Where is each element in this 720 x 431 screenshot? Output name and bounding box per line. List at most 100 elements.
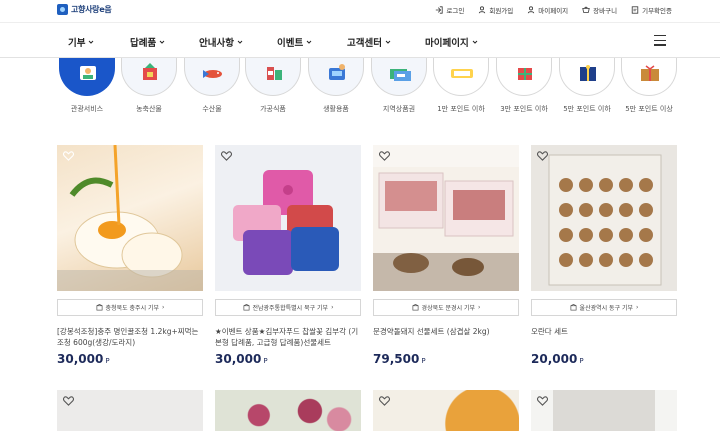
- nav-mypage[interactable]: 마이페이지: [425, 35, 478, 49]
- site-logo[interactable]: 고향사랑e음: [57, 4, 112, 15]
- product-price: 30,000 P: [57, 352, 203, 366]
- region-donate-button[interactable]: 충청북도 충주시 기부 ›: [57, 299, 203, 316]
- product-image[interactable]: [57, 390, 203, 431]
- chevron-right-icon: ›: [331, 304, 334, 311]
- nav-gifts[interactable]: 답례품: [130, 35, 165, 49]
- category-label: 5만 포인트 이상: [625, 105, 673, 113]
- product-image[interactable]: [373, 145, 519, 291]
- region-label: 경상북도 문경시 기부: [421, 305, 476, 312]
- product-card[interactable]: [531, 390, 677, 431]
- heart-icon[interactable]: [379, 151, 390, 161]
- login-icon: [436, 6, 443, 14]
- region-donate-button[interactable]: 경상북도 문경시 기부 ›: [373, 299, 519, 316]
- category-under-50k-icon: [559, 58, 615, 96]
- chevron-down-icon: [89, 40, 94, 44]
- category-row: 관광서비스 농축산물 수산물 가공식품 생활용품 지역상품권 1만 포인트 이하…: [0, 58, 720, 120]
- region-donate-button[interactable]: 울산광역시 동구 기부 ›: [531, 299, 677, 316]
- price-unit: P: [263, 357, 268, 365]
- category-label: 3만 포인트 이하: [500, 105, 548, 113]
- category-label: 농축산물: [136, 105, 162, 113]
- product-card[interactable]: 울산광역시 동구 기부 › 오란다 세트 20,000 P: [531, 145, 677, 366]
- category-under-30k[interactable]: 3만 포인트 이하: [494, 58, 554, 114]
- top-utility-bar: 고향사랑e음 로그인 회원가입 마이페이지 장바구니 기부확인증: [0, 0, 720, 22]
- product-card[interactable]: 전남광주통합특별시 북구 기부 › ★이벤트 상품★김부자푸드 찹쌀꽃 김부각 …: [215, 145, 361, 366]
- category-over-50k[interactable]: 5만 포인트 이상: [619, 58, 679, 114]
- product-card[interactable]: 경상북도 문경시 기부 › 문경약돌돼지 선물세트 (삼겹살 2kg) 79,5…: [373, 145, 519, 366]
- category-living[interactable]: 생활용품: [306, 58, 366, 114]
- signup-label: 회원가입: [489, 7, 514, 15]
- product-card[interactable]: [215, 390, 361, 431]
- category-tourism[interactable]: 관광서비스: [57, 58, 117, 114]
- product-card[interactable]: [373, 390, 519, 431]
- product-name[interactable]: ★이벤트 상품★김부자푸드 찹쌀꽃 김부각 (기본형 답례품, 고급형 답례품)…: [215, 326, 361, 348]
- heart-icon[interactable]: [379, 396, 390, 406]
- product-image[interactable]: [373, 390, 519, 431]
- region-label: 충청북도 충주시 기부: [105, 305, 160, 312]
- heart-icon[interactable]: [537, 396, 548, 406]
- nav-donate[interactable]: 기부: [68, 35, 94, 49]
- cart-label: 장바구니: [593, 7, 618, 15]
- cart-link[interactable]: 장바구니: [582, 5, 617, 15]
- category-processed[interactable]: 가공식품: [243, 58, 303, 114]
- product-image[interactable]: [57, 145, 203, 291]
- product-price: 30,000 P: [215, 352, 361, 366]
- nav-label: 기부: [68, 38, 86, 49]
- chevron-down-icon: [385, 40, 391, 44]
- category-under-30k-icon: [496, 58, 552, 96]
- chevron-down-icon: [159, 40, 165, 44]
- price-unit: P: [421, 357, 426, 365]
- box-icon: [412, 304, 419, 311]
- heart-icon[interactable]: [537, 151, 548, 161]
- nav-info[interactable]: 안내사항: [199, 35, 243, 49]
- nav-event[interactable]: 이벤트: [277, 35, 312, 49]
- nav-label: 안내사항: [199, 38, 234, 49]
- signup-link[interactable]: 회원가입: [478, 5, 513, 15]
- chevron-right-icon: ›: [478, 304, 481, 311]
- certificate-label: 기부확인증: [642, 7, 672, 15]
- logo-mark-icon: [57, 4, 68, 15]
- product-name[interactable]: 오란다 세트: [531, 326, 677, 348]
- price-unit: P: [105, 357, 110, 365]
- certificate-link[interactable]: 기부확인증: [631, 5, 672, 15]
- main-nav: 기부 답례품 안내사항 이벤트 고객센터 마이페이지: [0, 22, 720, 58]
- product-card[interactable]: [57, 390, 203, 431]
- price-value: 20,000: [531, 352, 578, 366]
- product-image[interactable]: [215, 145, 361, 291]
- region-donate-button[interactable]: 전남광주통합특별시 북구 기부 ›: [215, 299, 361, 316]
- category-label: 지역상품권: [382, 105, 416, 113]
- login-link[interactable]: 로그인: [435, 5, 464, 15]
- product-card[interactable]: 충청북도 충주시 기부 › [강봉석조청]충주 명인꿀조청 1.2kg+찌먹는 …: [57, 145, 203, 366]
- category-under-10k[interactable]: 1만 포인트 이하: [431, 58, 491, 114]
- menu-hamburger-icon[interactable]: [654, 35, 666, 47]
- price-value: 30,000: [57, 352, 104, 366]
- category-label: 수산물: [202, 105, 222, 113]
- nav-label: 마이페이지: [425, 38, 469, 49]
- category-seafood-icon: [184, 58, 240, 96]
- chevron-right-icon: ›: [636, 304, 639, 311]
- login-label: 로그인: [446, 7, 465, 15]
- region-label: 전남광주통합특별시 북구 기부: [252, 305, 329, 312]
- product-name[interactable]: [강봉석조청]충주 명인꿀조청 1.2kg+찌먹는 조청 600g(생강/도라지…: [57, 326, 203, 348]
- category-under-50k[interactable]: 5만 포인트 이하: [557, 58, 617, 114]
- category-agri[interactable]: 농축산물: [119, 58, 179, 114]
- cart-icon: [582, 6, 590, 13]
- box-icon: [243, 304, 249, 311]
- category-label: 관광서비스: [70, 105, 104, 113]
- category-voucher[interactable]: 지역상품권: [369, 58, 429, 114]
- mypage-link[interactable]: 마이페이지: [527, 5, 568, 15]
- nav-support[interactable]: 고객센터: [347, 35, 391, 49]
- category-seafood[interactable]: 수산물: [182, 58, 242, 114]
- heart-icon[interactable]: [63, 151, 74, 161]
- product-image[interactable]: [531, 390, 677, 431]
- product-price: 20,000 P: [531, 352, 677, 366]
- category-tourism-icon: [59, 58, 115, 96]
- product-image[interactable]: [215, 390, 361, 431]
- product-image[interactable]: [531, 145, 677, 291]
- product-name[interactable]: 문경약돌돼지 선물세트 (삼겹살 2kg): [373, 326, 519, 348]
- chevron-right-icon: ›: [162, 304, 165, 311]
- price-value: 79,500: [373, 352, 420, 366]
- heart-icon[interactable]: [221, 151, 232, 161]
- heart-icon[interactable]: [63, 396, 74, 406]
- price-value: 30,000: [215, 352, 262, 366]
- category-label: 생활용품: [323, 105, 349, 113]
